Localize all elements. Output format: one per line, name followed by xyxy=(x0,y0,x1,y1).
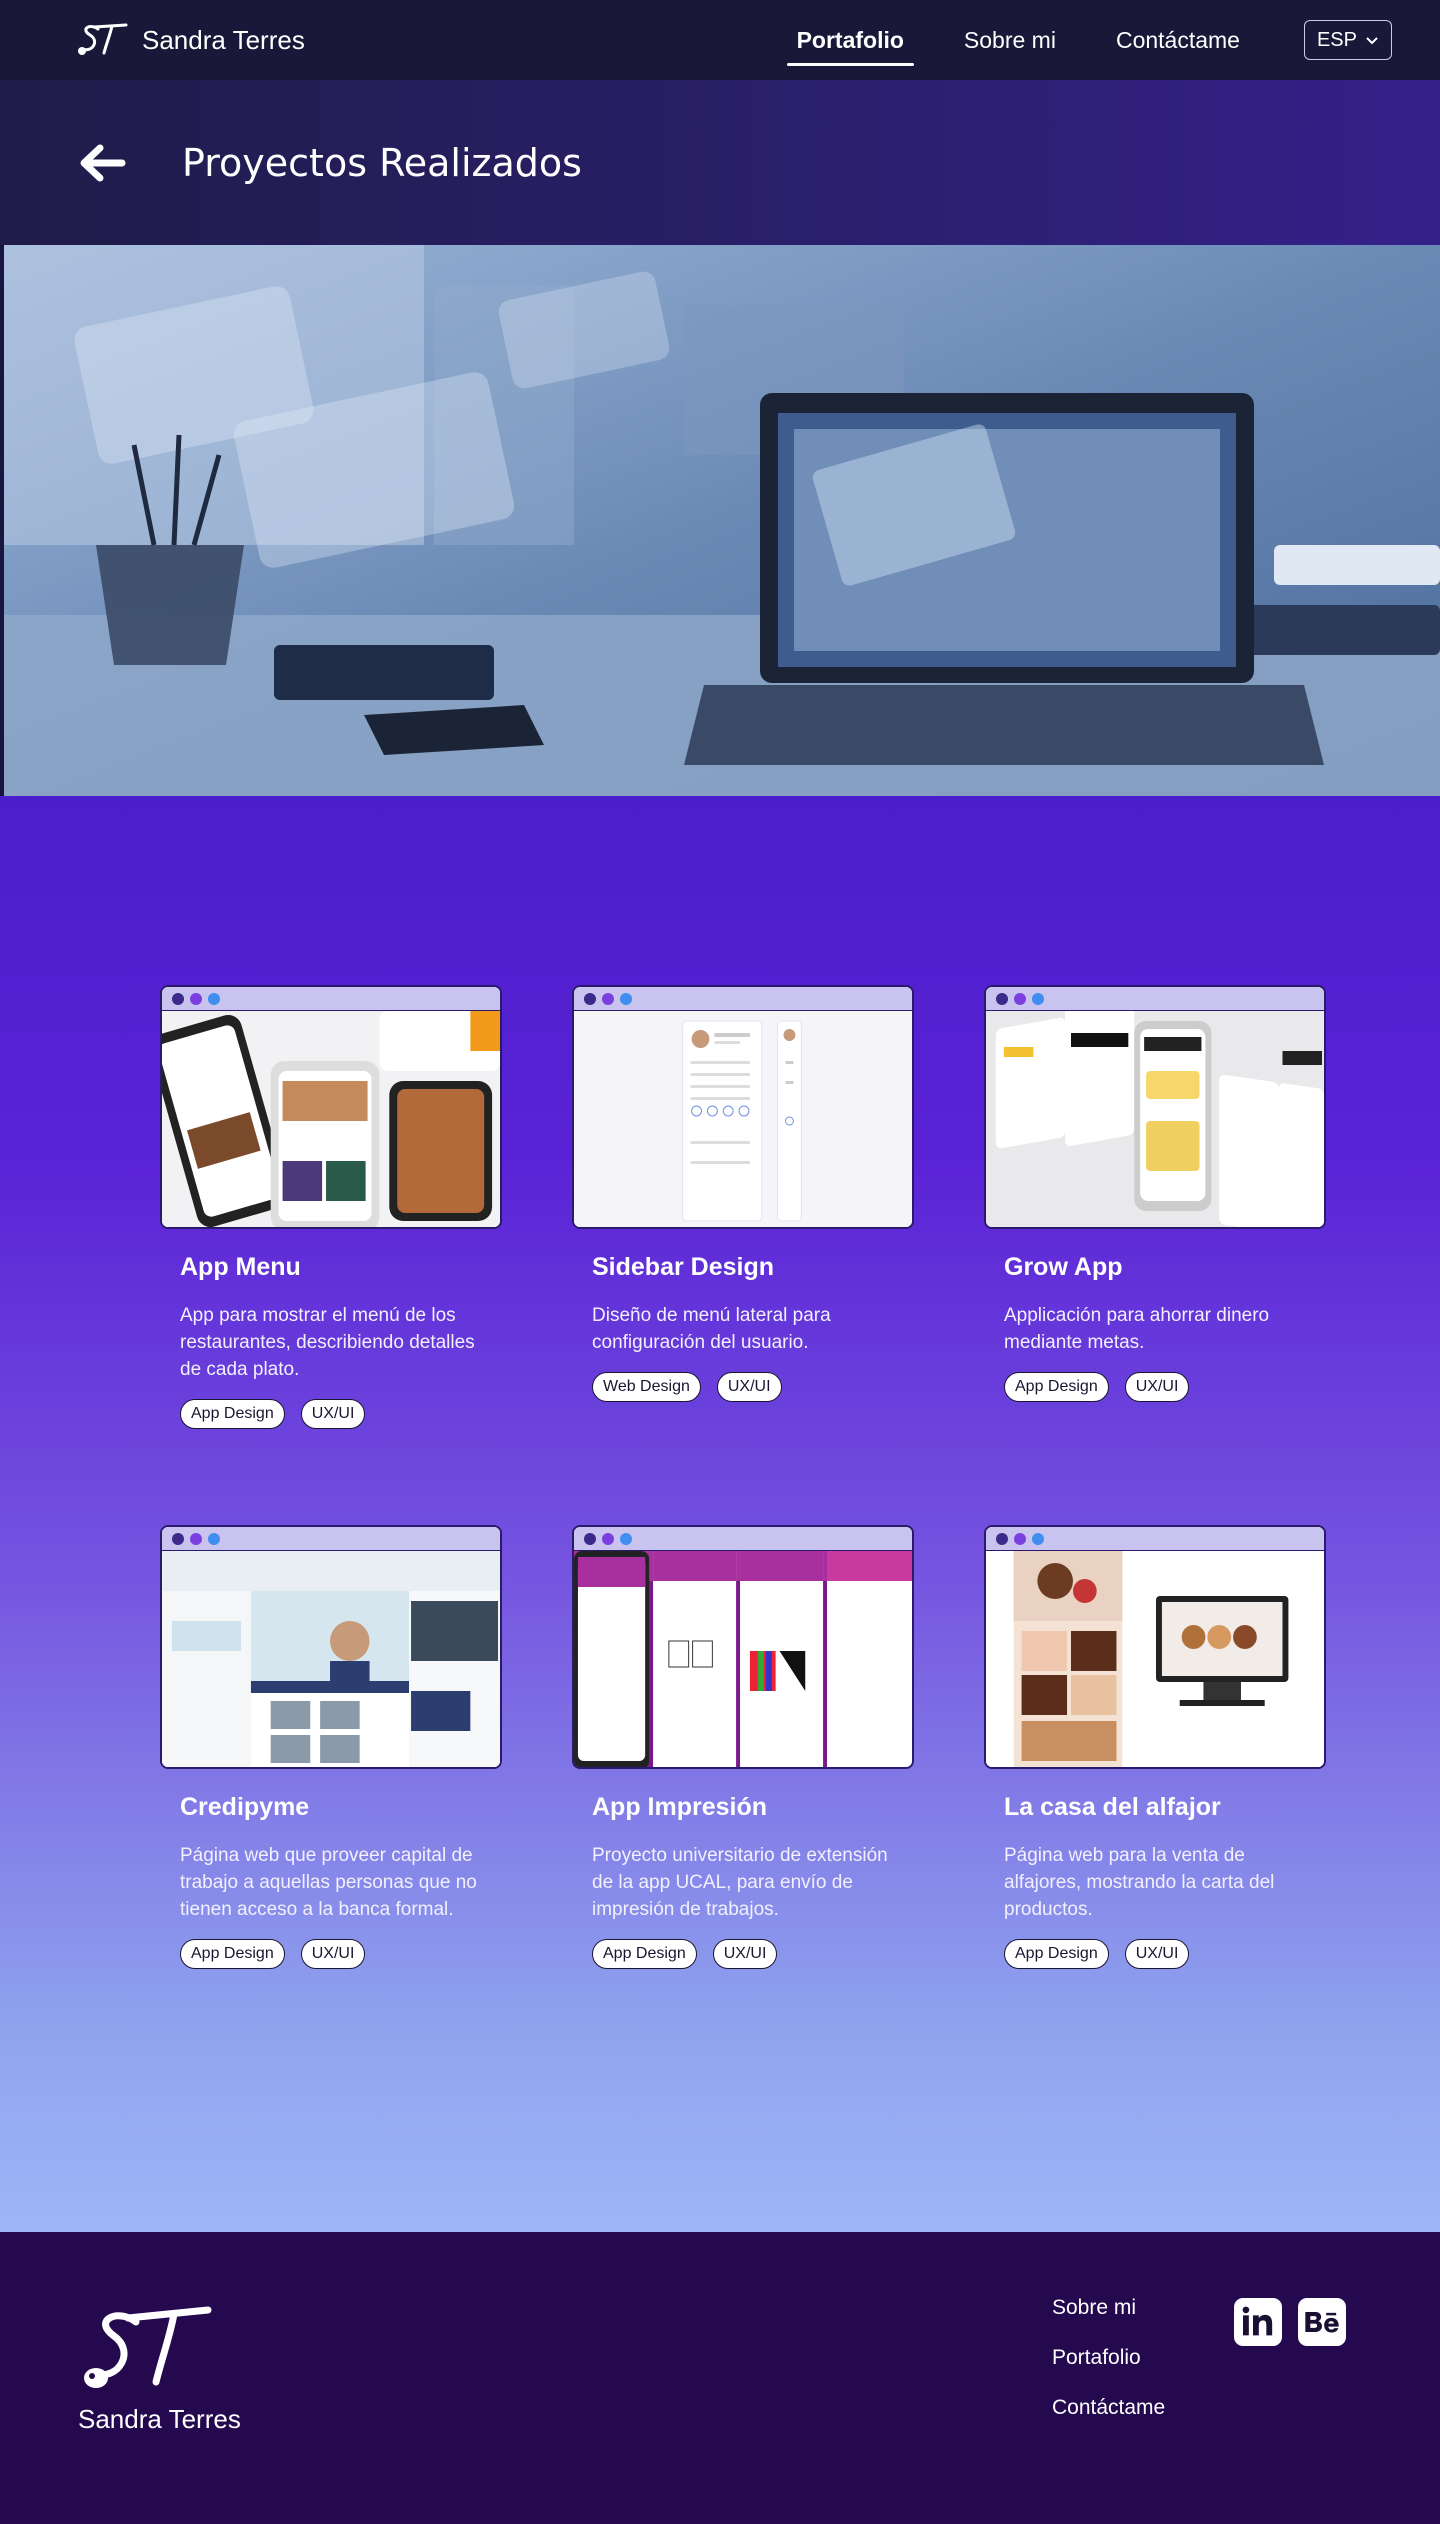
language-select[interactable]: ESP xyxy=(1303,20,1392,60)
footer: Sobre mi Portafolio Contáctame xyxy=(0,2232,1440,2524)
project-card-credipyme: Credipyme Página web que proveer capital… xyxy=(160,1525,502,1969)
project-card-app-menu: App Menu App para mostrar el menú de los… xyxy=(160,985,502,1429)
linkedin-icon[interactable] xyxy=(1234,2298,1282,2346)
chevron-down-icon xyxy=(1366,37,1378,45)
project-thumbnail[interactable] xyxy=(160,985,502,1229)
window-dot-icon xyxy=(1032,992,1044,1005)
grow-app-preview xyxy=(986,1011,1324,1227)
tag-badge[interactable]: UX/UI xyxy=(716,1372,782,1402)
project-tags: App Design UX/UI xyxy=(180,1939,502,1969)
project-description: Página web que proveer capital de trabaj… xyxy=(180,1845,477,1920)
project-title: App Menu xyxy=(180,1253,301,1281)
project-thumbnail[interactable] xyxy=(160,1525,502,1769)
projects-section: App Menu App para mostrar el menú de los… xyxy=(0,796,1440,2232)
tag-badge[interactable]: App Design xyxy=(1004,1372,1109,1402)
hero-desk-laptop-illustration xyxy=(4,245,1440,796)
sidebar-design-preview xyxy=(574,1011,912,1227)
tag-badge[interactable]: App Design xyxy=(180,1399,285,1429)
window-dot-icon xyxy=(620,1532,632,1545)
page-header: Proyectos Realizados xyxy=(0,80,1440,245)
project-title: App Impresión xyxy=(592,1793,768,1821)
footer-link-sobre-mi[interactable]: Sobre mi xyxy=(1052,2296,1165,2320)
window-bar xyxy=(162,987,500,1011)
back-arrow-icon[interactable] xyxy=(78,142,128,184)
st-logo-icon xyxy=(78,23,128,55)
footer-links: Sobre mi Portafolio Contáctame xyxy=(1052,2296,1165,2420)
project-thumbnail[interactable] xyxy=(572,1525,914,1769)
project-tags: App Design UX/UI xyxy=(180,1399,502,1429)
window-dot-icon xyxy=(620,992,632,1005)
project-card-grow-app: Grow App Applicación para ahorrar dinero… xyxy=(984,985,1326,1402)
footer-link-contactame[interactable]: Contáctame xyxy=(1052,2396,1165,2420)
window-bar xyxy=(574,1527,912,1551)
behance-icon[interactable] xyxy=(1298,2298,1346,2346)
tag-badge[interactable]: UX/UI xyxy=(300,1399,366,1429)
tag-badge[interactable]: UX/UI xyxy=(1124,1372,1190,1402)
project-title: Grow App xyxy=(1004,1253,1123,1281)
window-dot-icon xyxy=(584,1532,596,1545)
footer-link-portafolio[interactable]: Portafolio xyxy=(1052,2346,1165,2370)
tag-badge[interactable]: App Design xyxy=(180,1939,285,1969)
window-dot-icon xyxy=(1014,992,1026,1005)
brand-name: Sandra Terres xyxy=(142,24,305,55)
nav-link-contactame[interactable]: Contáctame xyxy=(1106,19,1250,62)
navbar: Sandra Terres Portafolio Sobre mi Contác… xyxy=(0,0,1440,80)
tag-badge[interactable]: UX/UI xyxy=(712,1939,778,1969)
footer-brand-name: Sandra Terres xyxy=(78,2404,241,2434)
window-dot-icon xyxy=(190,1532,202,1545)
project-description: App para mostrar el menú de los restaura… xyxy=(180,1305,475,1380)
page-title: Proyectos Realizados xyxy=(182,140,582,185)
window-bar xyxy=(986,987,1324,1011)
hero-image xyxy=(4,245,1440,796)
credipyme-preview xyxy=(162,1551,500,1767)
window-dot-icon xyxy=(584,992,596,1005)
window-dot-icon xyxy=(208,992,220,1005)
project-tags: App Design UX/UI xyxy=(592,1939,914,1969)
project-title: La casa del alfajor xyxy=(1004,1793,1221,1821)
nav-brand[interactable]: Sandra Terres xyxy=(76,21,305,59)
tag-badge[interactable]: App Design xyxy=(592,1939,697,1969)
project-description: Applicación para ahorrar dinero mediante… xyxy=(1004,1305,1270,1353)
app-menu-preview xyxy=(162,1011,500,1227)
tag-badge[interactable]: Web Design xyxy=(592,1372,701,1402)
language-value: ESP xyxy=(1316,28,1357,51)
window-dot-icon xyxy=(996,1532,1008,1545)
project-tags: App Design UX/UI xyxy=(1004,1372,1326,1402)
project-card-la-casa-del-alfajor: La casa del alfajor Página web para la v… xyxy=(984,1525,1326,1969)
st-logo-icon[interactable] xyxy=(78,2302,214,2398)
project-thumbnail[interactable] xyxy=(984,1525,1326,1769)
project-thumbnail[interactable] xyxy=(572,985,914,1229)
project-card-sidebar-design: Sidebar Design Diseño de menú lateral pa… xyxy=(572,985,914,1402)
app-impresion-preview xyxy=(574,1551,912,1767)
window-dot-icon xyxy=(208,1532,220,1545)
window-bar xyxy=(574,987,912,1011)
window-dot-icon xyxy=(1032,1532,1044,1545)
window-dot-icon xyxy=(1014,1532,1026,1545)
window-dot-icon xyxy=(602,1532,614,1545)
window-dot-icon xyxy=(172,992,184,1005)
project-thumbnail[interactable] xyxy=(984,985,1326,1229)
project-title: Credipyme xyxy=(180,1793,310,1821)
project-tags: Web Design UX/UI xyxy=(592,1372,914,1402)
window-dot-icon xyxy=(602,992,614,1005)
window-dot-icon xyxy=(172,1532,184,1545)
project-card-app-impresion: App Impresión Proyecto universitario de … xyxy=(572,1525,914,1969)
window-bar xyxy=(162,1527,500,1551)
tag-badge[interactable]: UX/UI xyxy=(1124,1939,1190,1969)
nav-link-sobre-mi[interactable]: Sobre mi xyxy=(954,19,1066,62)
project-description: Diseño de menú lateral para configuració… xyxy=(592,1305,831,1353)
nav-link-portafolio[interactable]: Portafolio xyxy=(786,19,915,66)
la-casa-del-alfajor-preview xyxy=(986,1551,1324,1767)
project-description: Página web para la venta de alfajores, m… xyxy=(1004,1845,1275,1920)
project-description: Proyecto universitario de extensión de l… xyxy=(592,1845,888,1920)
nav-links: Portafolio Sobre mi Contáctame ESP xyxy=(786,19,1392,66)
project-title: Sidebar Design xyxy=(592,1253,774,1281)
window-dot-icon xyxy=(190,992,202,1005)
tag-badge[interactable]: UX/UI xyxy=(300,1939,366,1969)
project-tags: App Design UX/UI xyxy=(1004,1939,1326,1969)
tag-badge[interactable]: App Design xyxy=(1004,1939,1109,1969)
window-bar xyxy=(986,1527,1324,1551)
window-dot-icon xyxy=(996,992,1008,1005)
